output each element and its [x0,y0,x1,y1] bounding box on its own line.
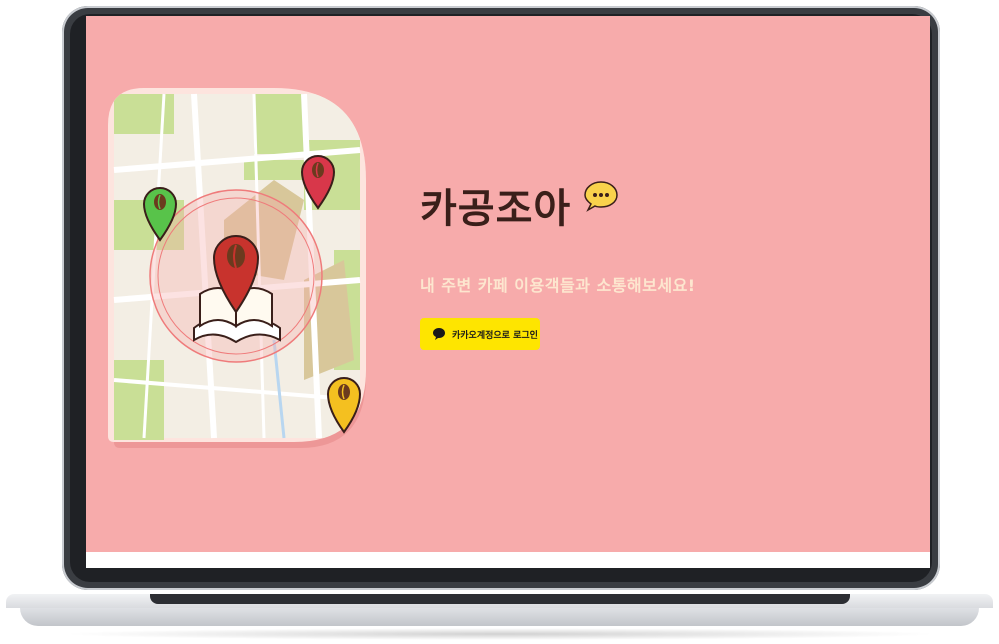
chat-bubble-icon [584,181,618,212]
kakao-login-button[interactable]: 카카오계정으로 로그인 [420,318,540,350]
base-bottom [20,608,979,626]
screen-bottom-strip [86,552,930,568]
base-notch [150,594,850,604]
kakao-speech-icon [433,328,445,340]
app-title: 카공조아 [420,186,572,232]
subtitle: 내 주변 카페 이용객들과 소통해보세요! [420,276,696,295]
laptop-frame: 카공조아 내 주변 카페 이용객들과 소통해보세요! 카카오계정으로 로그인 [0,0,999,644]
kakao-login-label: 카카오계정으로 로그인 [452,330,538,341]
laptop-base [0,588,999,644]
base-shadow [60,628,940,640]
map-illustration [108,88,366,448]
title-row: 카공조아 [420,176,619,234]
